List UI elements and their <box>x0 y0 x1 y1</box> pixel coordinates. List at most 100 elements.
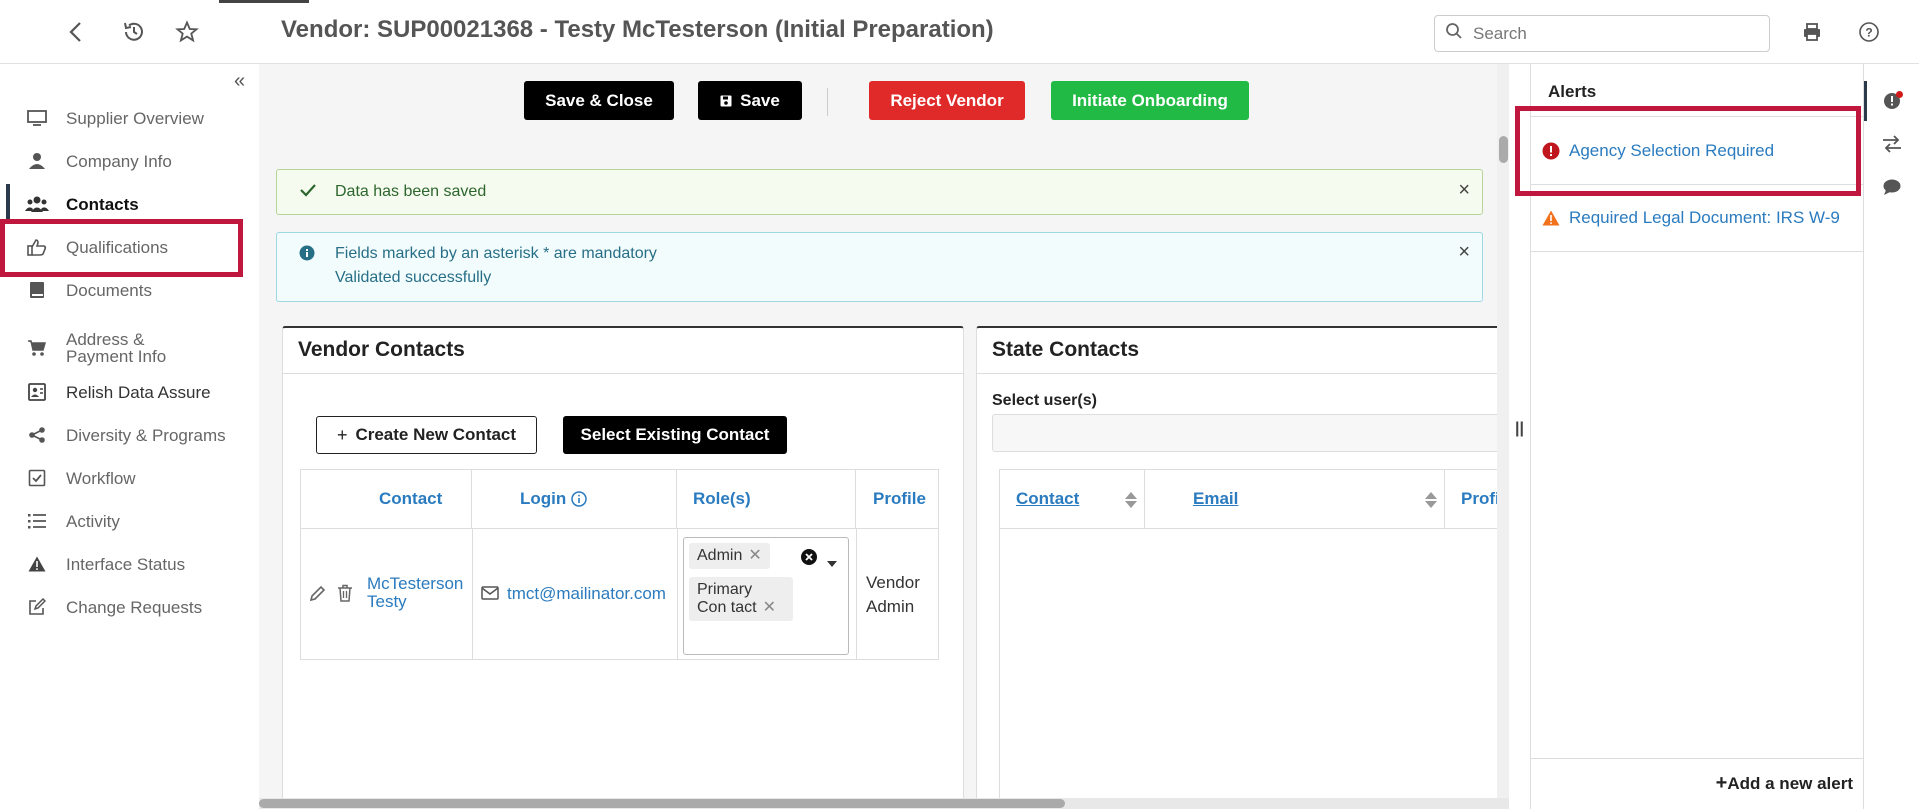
sidebar-item-contacts[interactable]: Contacts <box>6 184 259 224</box>
warning-triangle-icon <box>1541 208 1561 228</box>
sidebar-item-label: Activity <box>66 511 120 531</box>
column-header-login[interactable]: Login <box>472 470 677 528</box>
sidebar-item-label: Change Requests <box>66 597 203 617</box>
dropdown-caret-icon[interactable] <box>827 554 837 572</box>
column-header-contact[interactable]: Contact <box>1000 470 1145 528</box>
search-icon <box>1445 22 1463 45</box>
search-input[interactable] <box>1473 23 1753 44</box>
column-header-roles[interactable]: Role(s) <box>677 470 856 528</box>
horizontal-scroll-thumb[interactable] <box>259 799 1065 808</box>
state-contacts-panel: State Contacts Select user(s) Contact Em… <box>976 326 1509 809</box>
remove-role-icon[interactable]: ✕ <box>748 547 761 564</box>
cell-divider <box>472 529 473 659</box>
users-icon <box>24 195 50 213</box>
cell-divider <box>856 529 857 659</box>
vertical-scroll-thumb[interactable] <box>1499 136 1508 163</box>
print-icon[interactable] <box>1798 18 1826 46</box>
sidebar-item-label: Company Info <box>66 151 172 171</box>
sort-icon[interactable] <box>1125 492 1137 513</box>
trash-icon[interactable] <box>337 584 353 607</box>
alert-item-irs-w9[interactable]: Required Legal Document: IRS W-9 <box>1531 184 1864 252</box>
sidebar-item-label: Contacts <box>66 194 139 214</box>
back-icon[interactable] <box>62 18 90 46</box>
close-info-icon[interactable]: × <box>1458 241 1470 264</box>
save-button-label: Save <box>740 90 780 110</box>
header-accent <box>219 0 309 3</box>
sidebar-item-address-payment[interactable]: Address & Payment Info <box>6 324 259 372</box>
sidebar-item-workflow[interactable]: Workflow <box>6 458 259 498</box>
vendor-contacts-panel: Vendor Contacts + Create New Contact Sel… <box>282 326 964 809</box>
vertical-scrollbar[interactable] <box>1497 64 1509 798</box>
sidebar-item-relish-data-assure[interactable]: Relish Data Assure <box>6 372 259 412</box>
select-existing-contact-button[interactable]: Select Existing Contact <box>563 416 787 454</box>
save-close-button[interactable]: Save & Close <box>524 81 674 120</box>
column-header-email[interactable]: Email <box>1145 470 1445 528</box>
initiate-onboarding-button[interactable]: Initiate Onboarding <box>1051 81 1249 120</box>
remove-role-icon[interactable]: ✕ <box>763 599 776 616</box>
state-contacts-table: Contact Email Profi <box>999 469 1509 809</box>
sidebar-item-company-info[interactable]: Company Info <box>6 141 259 181</box>
alerts-footer-divider <box>1531 758 1864 759</box>
info-icon <box>299 245 315 266</box>
horizontal-scrollbar[interactable] <box>259 798 1509 809</box>
alerts-title: Alerts <box>1548 82 1597 101</box>
column-header-profile[interactable]: Profile <box>856 470 940 528</box>
panel-divider <box>283 373 963 374</box>
check-icon <box>299 182 317 203</box>
sidebar-item-documents[interactable]: Documents <box>6 270 259 310</box>
alert-item-agency-selection[interactable]: Agency Selection Required <box>1531 116 1864 184</box>
sidebar-item-supplier-overview[interactable]: Supplier Overview <box>6 98 259 138</box>
sidebar-item-qualifications[interactable]: Qualifications <box>6 227 259 267</box>
splitter-grip-icon[interactable]: || <box>1515 420 1524 438</box>
id-card-icon <box>24 383 50 401</box>
info-text-line2: Validated successfully <box>335 269 492 286</box>
envelope-icon <box>481 586 499 605</box>
sidebar-item-label: Relish Data Assure <box>66 382 211 402</box>
panel-splitter[interactable]: || <box>1509 64 1531 809</box>
history-icon[interactable] <box>120 18 148 46</box>
edit-icon <box>24 598 50 616</box>
pencil-icon[interactable] <box>309 584 327 607</box>
rail-transfer-icon[interactable] <box>1864 124 1919 164</box>
vendor-contacts-table: Contact Login Role(s) Profile McTesterso… <box>300 469 939 660</box>
cart-icon <box>24 339 50 357</box>
create-contact-label: Create New Contact <box>355 425 517 444</box>
help-icon[interactable]: ? <box>1855 18 1883 46</box>
sidebar-item-change-requests[interactable]: Change Requests <box>6 587 259 627</box>
sidebar-item-interface-status[interactable]: Interface Status <box>6 544 259 584</box>
close-success-icon[interactable]: × <box>1458 179 1470 202</box>
contact-name-link[interactable]: McTesterson Testy <box>367 575 463 611</box>
column-header-contact[interactable]: Contact <box>301 470 472 528</box>
contact-email-link[interactable]: tmct@mailinator.com <box>507 584 666 604</box>
sidebar-item-label: Interface Status <box>66 554 186 574</box>
rail-alerts-icon[interactable] <box>1864 81 1919 121</box>
role-chip-admin: Admin ✕ <box>689 543 770 569</box>
panel-divider <box>977 373 1509 374</box>
create-new-contact-button[interactable]: + Create New Contact <box>316 416 537 454</box>
vendor-contacts-title: Vendor Contacts <box>298 338 465 361</box>
collapse-sidebar-icon[interactable]: « <box>234 70 245 93</box>
sidebar-item-activity[interactable]: Activity <box>6 501 259 541</box>
select-users-input[interactable] <box>992 414 1509 452</box>
clear-all-icon[interactable] <box>800 548 818 571</box>
star-icon[interactable] <box>173 18 201 46</box>
sidebar-item-diversity-programs[interactable]: Diversity & Programs <box>6 415 259 455</box>
toolbar-separator <box>827 88 828 116</box>
add-new-alert-button[interactable]: +Add a new alert <box>1716 772 1853 795</box>
save-button[interactable]: Save <box>698 81 802 120</box>
success-text: Data has been saved <box>335 183 487 200</box>
search-box[interactable] <box>1434 15 1770 52</box>
rail-comment-icon[interactable] <box>1864 167 1919 207</box>
info-text-line1: Fields marked by an asterisk * are manda… <box>335 245 657 262</box>
table-row: McTesterson Testy tmct@mailinator.com Ad… <box>301 529 938 659</box>
roles-multiselect[interactable]: Admin ✕ Primary Con tact ✕ <box>683 537 849 655</box>
app-header: Vendor: SUP00021368 - Testy McTesterson … <box>0 0 1919 64</box>
user-icon <box>24 152 50 170</box>
sort-icon[interactable] <box>1425 492 1437 513</box>
share-icon <box>24 426 50 444</box>
sidebar-nav: « Supplier Overview Company Info Contact… <box>6 64 259 809</box>
sidebar-item-label: Supplier Overview <box>66 108 204 128</box>
profile-cell: Vendor Admin <box>866 573 920 616</box>
select-users-label: Select user(s) <box>992 392 1097 409</box>
reject-vendor-button[interactable]: Reject Vendor <box>869 81 1025 120</box>
